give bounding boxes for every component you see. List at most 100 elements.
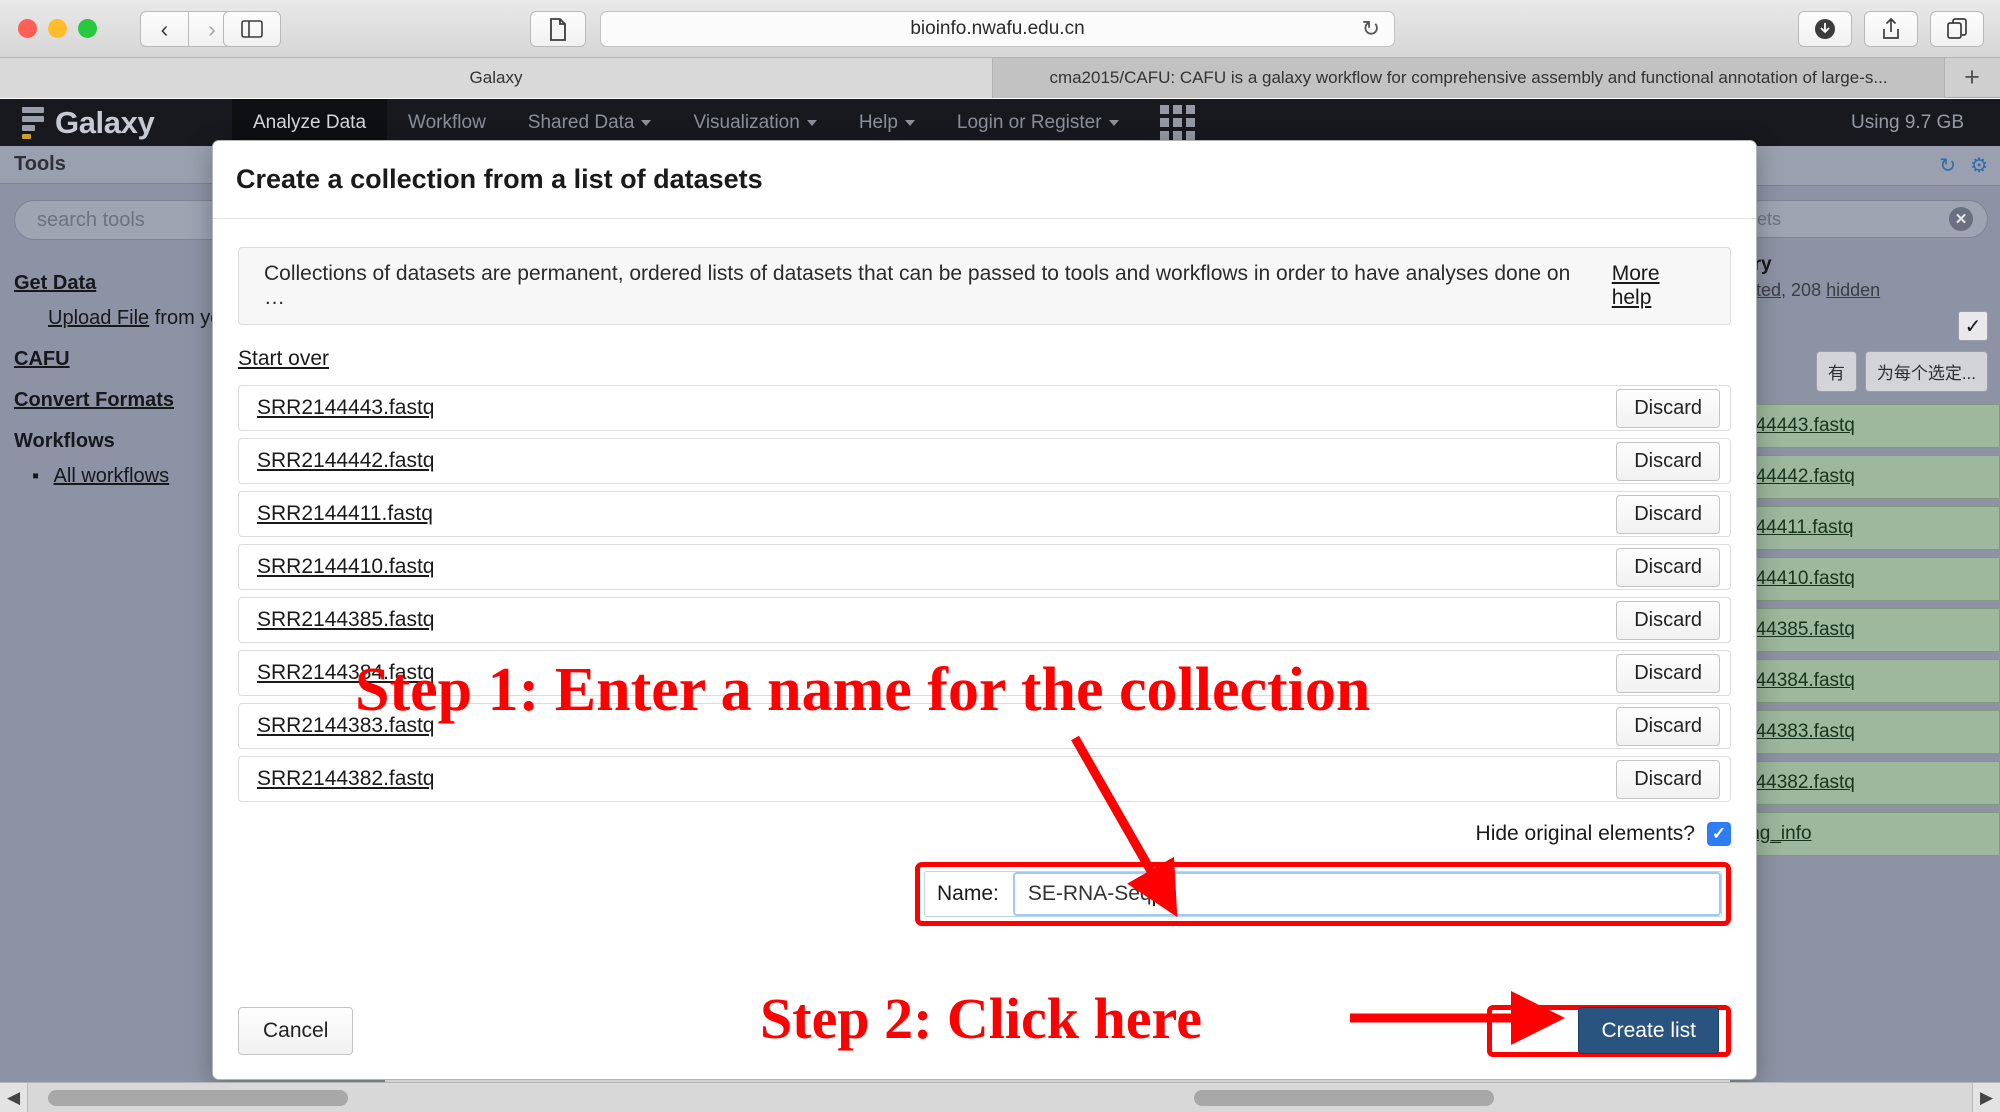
discard-button[interactable]: Discard bbox=[1616, 547, 1720, 587]
close-icon[interactable]: ✕ bbox=[1949, 207, 1973, 231]
dataset-row: SRR2144442.fastq Discard bbox=[238, 438, 1731, 484]
share-icon[interactable] bbox=[1864, 11, 1918, 47]
galaxy-logo[interactable]: Galaxy bbox=[0, 99, 232, 146]
dataset-name[interactable]: SRR2144442.fastq bbox=[257, 449, 434, 473]
discard-button[interactable]: Discard bbox=[1616, 494, 1720, 534]
history-hidden-link[interactable]: hidden bbox=[1826, 280, 1880, 300]
discard-button[interactable]: Discard bbox=[1616, 706, 1720, 746]
navigation-buttons: ‹ › bbox=[140, 11, 236, 47]
name-label: Name: bbox=[937, 882, 999, 905]
minimize-window-button[interactable] bbox=[48, 19, 67, 38]
dataset-name[interactable]: SRR2144443.fastq bbox=[257, 396, 434, 420]
history-item[interactable]: 144385.fastq bbox=[1730, 608, 2000, 652]
tool-item-upload-file-rest: from yo bbox=[149, 307, 222, 329]
back-button[interactable]: ‹ bbox=[140, 11, 188, 47]
gear-icon[interactable]: ⚙ bbox=[1970, 153, 1988, 178]
history-select-all-row: ✓ bbox=[1730, 301, 2000, 341]
toolbar-right-buttons bbox=[1798, 11, 1984, 47]
discard-button[interactable]: Discard bbox=[1616, 441, 1720, 481]
history-item[interactable]: 144384.fastq bbox=[1730, 659, 2000, 703]
hide-original-elements-checkbox[interactable]: ✓ bbox=[1707, 822, 1731, 846]
chevron-down-icon bbox=[641, 119, 652, 126]
history-select-each-button[interactable]: 为每个选定... bbox=[1864, 351, 1988, 392]
dataset-name[interactable]: SRR2144410.fastq bbox=[257, 555, 434, 579]
tab-overview-icon[interactable] bbox=[1930, 11, 1984, 47]
scroll-right-arrow[interactable]: ▶ bbox=[1972, 1082, 2000, 1112]
start-over-link[interactable]: Start over bbox=[238, 347, 329, 371]
nav-login-or-register[interactable]: Login or Register bbox=[936, 99, 1140, 146]
history-action-buttons: 有 为每个选定... bbox=[1730, 341, 2000, 392]
history-item[interactable]: 144382.fastq bbox=[1730, 761, 2000, 805]
history-panel: ↻ ⚙ ets ✕ ory leted, 208 hidden ✓ 有 为每个选… bbox=[1730, 146, 2000, 1082]
reload-icon[interactable]: ↻ bbox=[1362, 18, 1380, 40]
name-field-highlight: Name: SE-RNA-Seq bbox=[915, 862, 1731, 926]
dataset-list: SRR2144443.fastq Discard SRR2144442.fast… bbox=[238, 385, 1731, 802]
nav-login-label: Login or Register bbox=[956, 111, 1102, 133]
dataset-row: SRR2144410.fastq Discard bbox=[238, 544, 1731, 590]
dataset-name[interactable]: SRR2144383.fastq bbox=[257, 714, 434, 738]
create-list-button[interactable]: Create list bbox=[1578, 1007, 1719, 1054]
browser-tab-galaxy[interactable]: Galaxy bbox=[0, 58, 993, 98]
nav-analyze-data[interactable]: Analyze Data bbox=[232, 99, 388, 146]
apps-grid-icon[interactable] bbox=[1140, 99, 1215, 146]
discard-button[interactable]: Discard bbox=[1616, 759, 1720, 799]
more-help-link[interactable]: More help bbox=[1612, 262, 1705, 310]
collection-name-value: SE-RNA-Seq bbox=[1027, 882, 1152, 905]
dataset-row: SRR2144382.fastq Discard bbox=[238, 756, 1731, 802]
dataset-name[interactable]: SRR2144384.fastq bbox=[257, 661, 434, 685]
text-cursor bbox=[1152, 882, 1155, 906]
nav-workflow[interactable]: Workflow bbox=[387, 99, 507, 146]
scroll-thumb-right bbox=[1193, 1089, 1494, 1106]
history-item[interactable]: 144410.fastq bbox=[1730, 557, 2000, 601]
create-list-highlight: Create list bbox=[1487, 1005, 1731, 1057]
dataset-row: SRR2144384.fastq Discard bbox=[238, 650, 1731, 696]
nav-analyze-data-label: Analyze Data bbox=[253, 111, 367, 133]
dataset-name[interactable]: SRR2144385.fastq bbox=[257, 608, 434, 632]
browser-tab-bar: Galaxy cma2015/CAFU: CAFU is a galaxy wo… bbox=[0, 58, 2000, 98]
history-item[interactable]: 144411.fastq bbox=[1730, 506, 2000, 550]
scroll-track-left[interactable] bbox=[28, 1082, 954, 1112]
modal-header: Create a collection from a list of datas… bbox=[213, 141, 1756, 219]
scroll-left-arrow[interactable]: ◀ bbox=[0, 1082, 28, 1112]
storage-usage: Using 9.7 GB bbox=[1851, 111, 1964, 133]
bottom-scrollbar: ◀ ▶ bbox=[0, 1082, 2000, 1112]
scroll-track-right[interactable] bbox=[953, 1082, 1972, 1112]
address-bar[interactable]: bioinfo.nwafu.edu.cn ↻ bbox=[600, 11, 1395, 47]
dataset-row: SRR2144385.fastq Discard bbox=[238, 597, 1731, 643]
discard-button[interactable]: Discard bbox=[1616, 388, 1720, 428]
discard-button[interactable]: Discard bbox=[1616, 653, 1720, 693]
dataset-name[interactable]: SRR2144411.fastq bbox=[257, 502, 433, 526]
history-dataset-list: 144443.fastq 144442.fastq 144411.fastq 1… bbox=[1730, 404, 2000, 856]
history-search-input[interactable]: ets ✕ bbox=[1742, 200, 1988, 238]
close-window-button[interactable] bbox=[18, 19, 37, 38]
refresh-icon[interactable]: ↻ bbox=[1939, 153, 1956, 178]
nav-shared-data[interactable]: Shared Data bbox=[507, 99, 673, 146]
tool-item-upload-file-link: Upload File bbox=[48, 307, 150, 329]
collection-help-text: Collections of datasets are permanent, o… bbox=[264, 262, 1571, 309]
sidebar-toggle-icon[interactable] bbox=[223, 11, 281, 47]
history-item[interactable]: ing_info bbox=[1730, 812, 2000, 856]
history-item[interactable]: 144383.fastq bbox=[1730, 710, 2000, 754]
history-select-all-checkbox[interactable]: ✓ bbox=[1958, 311, 1988, 341]
cancel-button[interactable]: Cancel bbox=[238, 1007, 354, 1055]
chevron-down-icon bbox=[1108, 119, 1119, 126]
dataset-row: SRR2144443.fastq Discard bbox=[238, 385, 1731, 431]
downloads-icon[interactable] bbox=[1798, 11, 1852, 47]
history-item[interactable]: 144443.fastq bbox=[1730, 404, 2000, 448]
maximize-window-button[interactable] bbox=[78, 19, 97, 38]
masthead-nav: Analyze Data Workflow Shared Data Visual… bbox=[232, 99, 1215, 146]
discard-button[interactable]: Discard bbox=[1616, 600, 1720, 640]
new-tab-button[interactable]: + bbox=[1945, 58, 1999, 97]
modal-body: Collections of datasets are permanent, o… bbox=[213, 219, 1756, 983]
dataset-name[interactable]: SRR2144382.fastq bbox=[257, 767, 434, 791]
history-item[interactable]: 144442.fastq bbox=[1730, 455, 2000, 499]
browser-tab-cafu[interactable]: cma2015/CAFU: CAFU is a galaxy workflow … bbox=[993, 58, 1945, 98]
nav-help[interactable]: Help bbox=[838, 99, 936, 146]
reader-view-icon[interactable] bbox=[530, 11, 586, 47]
history-all-button[interactable]: 有 bbox=[1815, 351, 1857, 392]
history-name[interactable]: ory bbox=[1742, 254, 1988, 276]
galaxy-logo-icon bbox=[22, 106, 44, 139]
chevron-down-icon bbox=[904, 119, 915, 126]
collection-name-input[interactable]: SE-RNA-Seq bbox=[1012, 872, 1721, 916]
nav-visualization[interactable]: Visualization bbox=[672, 99, 837, 146]
